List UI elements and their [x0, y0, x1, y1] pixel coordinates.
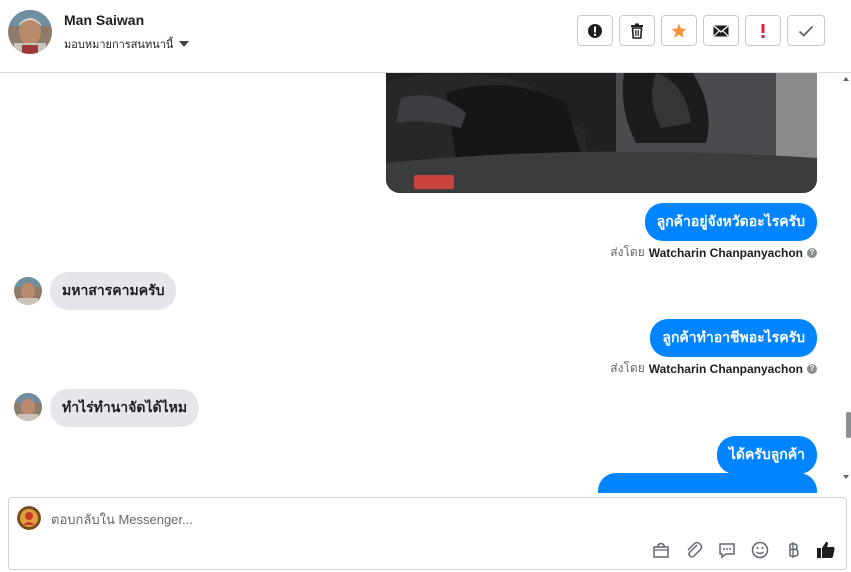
smiley-icon — [751, 541, 769, 559]
star-button[interactable] — [661, 15, 697, 46]
contact-name[interactable]: Man Saiwan — [64, 12, 144, 28]
message-bubble-outgoing[interactable]: ได้ครับลูกค้า — [716, 436, 817, 474]
delete-button[interactable] — [619, 15, 655, 46]
message-bubble-outgoing[interactable]: ลูกค้าอยู่จังหวัดอะไรครับ — [644, 203, 817, 241]
assign-conversation-dropdown[interactable]: มอบหมายการสนทนานี้ — [64, 35, 190, 53]
message-list[interactable]: ลูกค้าอยู่จังหวัดอะไรครับ ส่งโดย Watchar… — [0, 73, 851, 493]
header-actions — [577, 15, 825, 46]
shop-bag-button[interactable] — [651, 540, 671, 560]
emoji-button[interactable] — [750, 540, 770, 560]
scroll-down-arrow-icon[interactable] — [843, 475, 849, 479]
message-bubble-outgoing[interactable]: ลูกค้าทำอาชีพอะไรครับ — [650, 319, 817, 357]
caret-down-icon — [179, 41, 190, 47]
shared-photo[interactable] — [386, 73, 817, 193]
composer-tools — [651, 540, 836, 560]
contact-avatar[interactable] — [8, 10, 52, 54]
scroll-up-arrow-icon[interactable] — [843, 77, 849, 81]
exclamation-icon — [761, 23, 765, 38]
info-icon[interactable]: ? — [807, 363, 817, 374]
alert-circle-icon — [588, 23, 602, 38]
assign-label: มอบหมายการสนทนานี้ — [64, 39, 174, 51]
star-icon — [671, 23, 687, 38]
attach-button[interactable] — [684, 540, 704, 560]
envelope-icon — [713, 24, 729, 36]
sent-by-prefix: ส่งโดย — [610, 245, 645, 259]
trash-icon — [631, 23, 643, 39]
page-avatar — [17, 506, 41, 530]
baht-icon — [789, 542, 799, 558]
mark-unread-button[interactable] — [703, 15, 739, 46]
message-bubble-outgoing-partial[interactable] — [598, 473, 817, 493]
payment-button[interactable] — [783, 540, 803, 560]
contact-avatar-small[interactable] — [14, 277, 42, 305]
like-button[interactable] — [816, 540, 836, 560]
sent-by-label: ส่งโดย Watcharin Chanpanyachon ? — [610, 359, 817, 378]
paperclip-icon — [687, 541, 703, 558]
scrollbar-thumb[interactable] — [846, 412, 851, 438]
thumbs-up-icon — [817, 541, 835, 558]
message-bubble-incoming[interactable]: ทำไร่ทำนาจัดได้ไหม — [50, 389, 200, 427]
shopping-bag-icon — [653, 542, 669, 558]
reply-input[interactable] — [49, 506, 653, 532]
sender-name: Watcharin Chanpanyachon — [648, 361, 803, 376]
sent-by-prefix: ส่งโดย — [610, 361, 645, 375]
mark-done-button[interactable] — [787, 15, 825, 46]
sent-by-label: ส่งโดย Watcharin Chanpanyachon ? — [610, 243, 817, 262]
message-bubble-incoming[interactable]: มหาสารคามครับ — [50, 272, 177, 310]
mark-important-button[interactable] — [745, 15, 781, 46]
sender-name: Watcharin Chanpanyachon — [648, 245, 803, 260]
info-icon[interactable]: ? — [807, 247, 817, 258]
reply-composer — [8, 497, 847, 570]
saved-replies-button[interactable] — [717, 540, 737, 560]
checkmark-icon — [798, 25, 814, 37]
chat-bubble-icon — [719, 543, 735, 559]
conversation-header: Man Saiwan มอบหมายการสนทนานี้ — [0, 0, 851, 73]
mark-spam-button[interactable] — [577, 15, 613, 46]
contact-avatar-small[interactable] — [14, 393, 42, 421]
